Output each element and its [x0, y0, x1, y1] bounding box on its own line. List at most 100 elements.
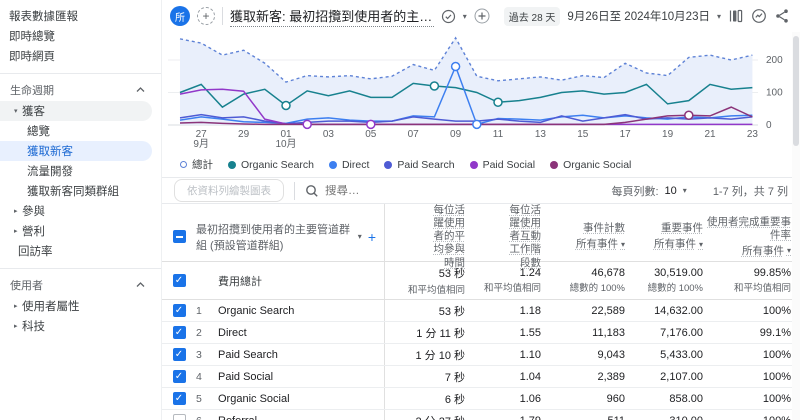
- row-checkbox[interactable]: ✓: [173, 348, 186, 361]
- date-preset-chip[interactable]: 過去 28 天: [504, 7, 561, 26]
- add-report-button[interactable]: [474, 8, 490, 24]
- channel-name[interactable]: Paid Social: [218, 366, 384, 387]
- line-chart[interactable]: 0100200279月29 0110月03 05 07 09 11 13 15 17 19 21 23: [168, 35, 796, 151]
- row-value-3: 960: [550, 388, 634, 409]
- chevron-collapsed-icon[interactable]: ▸: [9, 227, 22, 235]
- row-checkbox[interactable]: ✓: [173, 370, 186, 383]
- sidebar-item-科技[interactable]: ▸ 科技: [0, 316, 152, 336]
- metric-event-filter[interactable]: 所有事件 ▾: [742, 245, 791, 258]
- row-value-4: 7,176.00: [634, 322, 712, 343]
- cell-value: 6 秒: [445, 391, 465, 407]
- totals-num-cell: [196, 262, 218, 299]
- sidebar-item-回訪率[interactable]: 回訪率: [0, 241, 152, 261]
- legend-item-Direct[interactable]: Direct: [329, 159, 369, 171]
- scrollbar-thumb[interactable]: [793, 36, 799, 146]
- sidebar-item-使用者屬性[interactable]: ▸ 使用者屬性: [0, 296, 152, 316]
- all-users-comparison-chip[interactable]: 所: [170, 6, 190, 26]
- data-point-marker[interactable]: [685, 111, 693, 119]
- channel-name[interactable]: Organic Social: [218, 388, 384, 409]
- sidebar-section-使用者[interactable]: 使用者: [0, 274, 161, 296]
- cell-value: 100%: [763, 305, 791, 317]
- dimension-header-label[interactable]: 最初招攬到使用者的主要管道群組 (預設管道群組): [196, 221, 352, 253]
- sidebar-item-營利[interactable]: ▸ 營利: [0, 221, 152, 241]
- insights-icon[interactable]: [751, 8, 767, 24]
- x-axis-label: 21: [704, 129, 716, 140]
- metric-event-filter[interactable]: 所有事件 ▾: [654, 238, 703, 251]
- sidebar-nav: 報表數據匯報 即時總覽 即時網頁生命週期 ▾ 獲客 總覽 獲取新客 流量開發獲取新客同類群組 ▸…: [0, 0, 162, 420]
- sidebar-item-參與[interactable]: ▸ 參與: [0, 201, 152, 221]
- data-point-marker[interactable]: [494, 98, 502, 106]
- share-icon[interactable]: [774, 8, 790, 24]
- data-point-marker[interactable]: [367, 120, 375, 128]
- chevron-expanded-icon[interactable]: ▾: [9, 107, 22, 115]
- totals-subtext: 總數的 100%: [570, 280, 625, 294]
- channel-name[interactable]: Referral: [218, 410, 384, 420]
- sidebar-item-即時網頁[interactable]: 即時網頁: [0, 46, 152, 66]
- rows-per-page-caret-icon[interactable]: ▾: [683, 186, 687, 195]
- totals-label: 費用總計: [218, 262, 384, 299]
- legend-item-總計[interactable]: 總計: [180, 157, 213, 172]
- vertical-scrollbar[interactable]: [792, 32, 800, 420]
- data-point-marker[interactable]: [473, 120, 481, 128]
- comparison-editor-icon[interactable]: [728, 8, 744, 24]
- legend-dot-icon: [384, 161, 392, 169]
- sidebar-item-label: 獲取新客同類群組: [27, 183, 119, 199]
- sidebar-item-總覽[interactable]: 總覽: [0, 121, 152, 141]
- dimension-caret-icon[interactable]: ▾: [358, 232, 362, 241]
- metric-header-2[interactable]: 每位活躍使用者互動工作階段數: [474, 204, 550, 270]
- row-value-5: 100%: [712, 300, 800, 321]
- legend-item-Paid Search[interactable]: Paid Search: [384, 159, 454, 171]
- chevron-up-icon[interactable]: [136, 84, 145, 96]
- metric-header-4[interactable]: 重要事件 所有事件 ▾: [634, 204, 712, 270]
- row-checkbox[interactable]: [173, 414, 186, 420]
- metric-header-1[interactable]: 每位活躍使用者的平均參與時間: [384, 204, 474, 270]
- plot-rows-chip[interactable]: 依資料列繪製圖表: [174, 179, 284, 202]
- data-point-marker[interactable]: [303, 120, 311, 128]
- sidebar-item-報表數據匯報[interactable]: 報表數據匯報: [0, 6, 152, 26]
- channel-name[interactable]: Direct: [218, 322, 384, 343]
- legend-label: 總計: [192, 157, 213, 172]
- metric-event-filter[interactable]: 所有事件 ▾: [576, 238, 625, 251]
- report-title[interactable]: 獲取新客: 最初招攬到使用者的主要管道群組 (預設管道群組): [230, 6, 434, 27]
- x-axis-label: 29: [238, 129, 250, 140]
- search-input[interactable]: [325, 185, 565, 197]
- cell-value: 53 秒: [439, 303, 465, 319]
- totals-checkbox[interactable]: ✓: [173, 274, 186, 287]
- row-checkbox-cell: ✓: [162, 388, 196, 409]
- sidebar-item-流量開發[interactable]: 流量開發: [0, 161, 152, 181]
- chevron-collapsed-icon[interactable]: ▸: [9, 207, 22, 215]
- channel-name[interactable]: Organic Search: [218, 300, 384, 321]
- metric-header-5[interactable]: 使用者完成重要事件率 所有事件 ▾: [712, 204, 800, 270]
- legend-item-Organic Search[interactable]: Organic Search: [228, 159, 314, 171]
- legend-item-Paid Social[interactable]: Paid Social: [470, 159, 536, 171]
- select-all-checkbox[interactable]: [173, 230, 186, 243]
- data-point-marker[interactable]: [452, 63, 460, 71]
- sidebar-item-獲取新客同類群組[interactable]: 獲取新客同類群組: [0, 181, 152, 201]
- sidebar-item-獲客[interactable]: ▾ 獲客: [0, 101, 152, 121]
- sidebar-item-label: 科技: [22, 318, 45, 334]
- date-caret-icon[interactable]: ▾: [717, 12, 721, 21]
- row-checkbox[interactable]: ✓: [173, 392, 186, 405]
- row-value-5: 100%: [712, 366, 800, 387]
- sidebar-section-生命週期[interactable]: 生命週期: [0, 79, 161, 101]
- legend-item-Organic Social[interactable]: Organic Social: [550, 159, 631, 171]
- row-number: 4: [196, 366, 218, 387]
- add-comparison-button[interactable]: +: [197, 7, 215, 25]
- chevron-collapsed-icon[interactable]: ▸: [9, 322, 22, 330]
- row-checkbox[interactable]: ✓: [173, 304, 186, 317]
- date-range-text[interactable]: 9月26日至 2024年10月23日: [567, 8, 710, 24]
- metric-header-3[interactable]: 事件計數 所有事件 ▾: [550, 204, 634, 270]
- cell-value: 7 秒: [445, 369, 465, 385]
- data-point-marker[interactable]: [282, 102, 290, 110]
- title-caret-icon[interactable]: ▾: [463, 12, 467, 21]
- channel-name[interactable]: Paid Search: [218, 344, 384, 365]
- sidebar-item-即時總覽[interactable]: 即時總覽: [0, 26, 152, 46]
- row-checkbox[interactable]: ✓: [173, 326, 186, 339]
- rows-per-page-value[interactable]: 10: [665, 185, 677, 197]
- add-dimension-button[interactable]: +: [368, 229, 376, 245]
- sidebar-item-獲取新客[interactable]: 獲取新客: [0, 141, 152, 161]
- x-axis-label: 07: [408, 129, 420, 140]
- data-point-marker[interactable]: [430, 82, 438, 90]
- chevron-collapsed-icon[interactable]: ▸: [9, 302, 22, 310]
- chevron-up-icon[interactable]: [136, 279, 145, 291]
